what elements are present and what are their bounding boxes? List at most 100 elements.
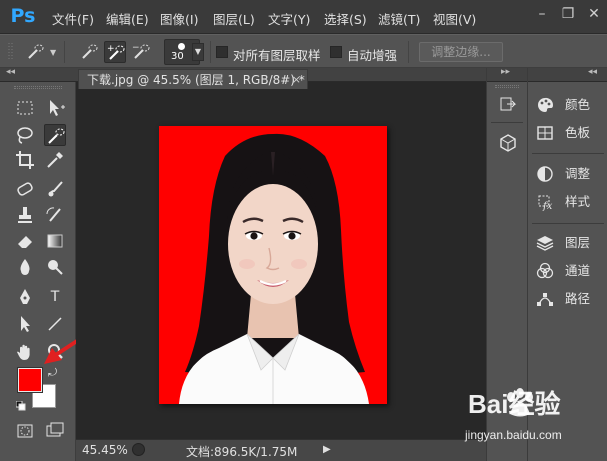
menu-edit[interactable]: 编辑(E)	[106, 9, 149, 28]
blur-tool-icon[interactable]	[14, 256, 36, 278]
panel-adjustments-label: 调整	[565, 166, 591, 181]
menu-view[interactable]: 视图(V)	[433, 9, 476, 28]
panel-color[interactable]: 颜色	[528, 91, 607, 119]
3d-cube-icon[interactable]	[497, 132, 519, 154]
menu-file[interactable]: 文件(F)	[52, 9, 94, 28]
swatches-icon	[536, 124, 554, 142]
document-tab[interactable]: 下载.jpg @ 45.5% (图层 1, RGB/8#) * ×	[78, 69, 308, 89]
gradient-tool-icon[interactable]	[44, 230, 66, 252]
panel-adjustments[interactable]: 调整	[528, 160, 607, 188]
screen-mode-icon[interactable]	[44, 420, 66, 442]
dock-grip	[495, 85, 519, 88]
menu-type[interactable]: 文字(Y)	[268, 9, 310, 28]
status-bar: 45.45% 文档:896.5K/1.75M ▶	[76, 439, 486, 461]
marquee-tool-icon[interactable]	[14, 97, 36, 119]
hand-tool-icon[interactable]	[14, 341, 36, 363]
divider	[532, 153, 604, 154]
dock-panel-list: ◂◂ 颜色 色板 调整 fx 样式 图层 通道 路径	[528, 67, 607, 461]
divider	[532, 223, 604, 224]
photoshop-logo: Ps	[10, 5, 36, 27]
dodge-tool-icon[interactable]	[44, 256, 66, 278]
menu-bar: Ps 文件(F) 编辑(E) 图像(I) 图层(L) 文字(Y) 选择(S) 滤…	[0, 0, 607, 34]
panel-layers-label: 图层	[565, 235, 591, 250]
svg-text:fx: fx	[542, 201, 553, 211]
menu-filter[interactable]: 滤镜(T)	[378, 9, 420, 28]
new-selection-icon[interactable]	[78, 41, 100, 63]
toolbox: ◂◂ T ⤾	[0, 67, 102, 461]
portrait-photo[interactable]	[159, 126, 387, 404]
menu-image[interactable]: 图像(I)	[160, 9, 198, 28]
brush-tip-icon	[178, 43, 185, 50]
clone-stamp-tool-icon[interactable]	[14, 204, 36, 226]
divider	[491, 122, 523, 123]
brush-size-value: 30	[171, 51, 184, 62]
status-info-icon[interactable]	[132, 443, 145, 456]
restore-button[interactable]: ❐	[556, 4, 580, 24]
swap-colors-icon[interactable]: ⤾	[48, 366, 57, 380]
dock-icon-strip: ▸▸	[486, 67, 528, 461]
styles-icon: fx	[536, 193, 554, 212]
menu-select[interactable]: 选择(S)	[324, 9, 367, 28]
expand-icon[interactable]: ▸▸	[501, 67, 510, 77]
sample-all-layers-checkbox[interactable]	[216, 46, 228, 58]
palette-icon	[536, 96, 554, 114]
close-tab-icon[interactable]: ×	[292, 70, 301, 90]
panel-swatches-label: 色板	[565, 125, 591, 140]
toolbox-header: ◂◂	[0, 67, 76, 82]
add-to-selection-icon[interactable]: +	[104, 41, 126, 63]
crop-tool-icon[interactable]	[14, 149, 36, 171]
history-icon[interactable]	[497, 94, 519, 116]
panel-channels[interactable]: 通道	[528, 257, 607, 285]
panel-styles[interactable]: fx 样式	[528, 188, 607, 216]
pen-tool-icon[interactable]	[14, 286, 36, 308]
auto-enhance-checkbox[interactable]	[330, 46, 342, 58]
path-selection-tool-icon[interactable]	[14, 313, 36, 335]
divider	[408, 41, 409, 63]
panel-paths[interactable]: 路径	[528, 285, 607, 313]
refine-edge-button[interactable]: 调整边缘...	[419, 42, 503, 62]
divider	[210, 41, 211, 63]
eraser-tool-icon[interactable]	[14, 230, 36, 252]
panel-layers[interactable]: 图层	[528, 229, 607, 257]
options-bar: ▼ + − 30 ▼ 对所有图层取样 自动增强 调整边缘...	[0, 34, 607, 68]
brush-dropdown-icon[interactable]: ▼	[192, 43, 204, 61]
quick-selection-preset-icon[interactable]	[24, 41, 46, 63]
divider	[64, 41, 65, 63]
quick-selection-tool-icon[interactable]	[44, 124, 66, 146]
paths-icon	[536, 290, 554, 308]
preset-dropdown-icon[interactable]: ▼	[50, 48, 56, 57]
quick-mask-icon[interactable]	[14, 420, 36, 442]
history-brush-tool-icon[interactable]	[44, 204, 66, 226]
toolbox-grip	[14, 86, 62, 89]
channels-icon	[536, 262, 554, 280]
spot-healing-tool-icon[interactable]	[14, 178, 36, 200]
zoom-level[interactable]: 45.45%	[82, 443, 128, 457]
auto-enhance-label: 自动增强	[347, 48, 398, 63]
foreground-color-swatch[interactable]	[17, 367, 43, 393]
collapse-panels-icon[interactable]: ◂◂	[588, 67, 597, 77]
svg-text:−: −	[132, 43, 140, 53]
panel-styles-label: 样式	[565, 194, 591, 209]
dock-panels-header: ◂◂	[528, 67, 607, 82]
close-button[interactable]: ✕	[582, 4, 606, 24]
panel-channels-label: 通道	[565, 263, 591, 278]
lasso-tool-icon[interactable]	[14, 124, 36, 146]
status-menu-arrow-icon[interactable]: ▶	[323, 444, 331, 455]
collapse-icon[interactable]: ◂◂	[6, 67, 15, 77]
grip-icon	[8, 43, 13, 61]
move-tool-icon[interactable]	[44, 97, 66, 119]
subtract-from-selection-icon[interactable]: −	[130, 41, 152, 63]
panel-swatches[interactable]: 色板	[528, 119, 607, 147]
default-colors-icon[interactable]	[15, 400, 26, 411]
svg-text:+: +	[107, 44, 115, 54]
document-tab-title: 下载.jpg @ 45.5% (图层 1, RGB/8#) *	[87, 73, 305, 87]
type-tool-icon[interactable]: T	[44, 286, 66, 308]
portrait-illustration	[159, 126, 387, 404]
sample-all-layers-label: 对所有图层取样	[233, 48, 321, 63]
minimize-button[interactable]: –	[530, 4, 554, 24]
eyedropper-tool-icon[interactable]	[44, 149, 66, 171]
brush-tool-icon[interactable]	[44, 178, 66, 200]
menu-layer[interactable]: 图层(L)	[213, 9, 255, 28]
panel-color-label: 颜色	[565, 97, 591, 112]
dock-icons-header: ▸▸	[487, 67, 527, 82]
